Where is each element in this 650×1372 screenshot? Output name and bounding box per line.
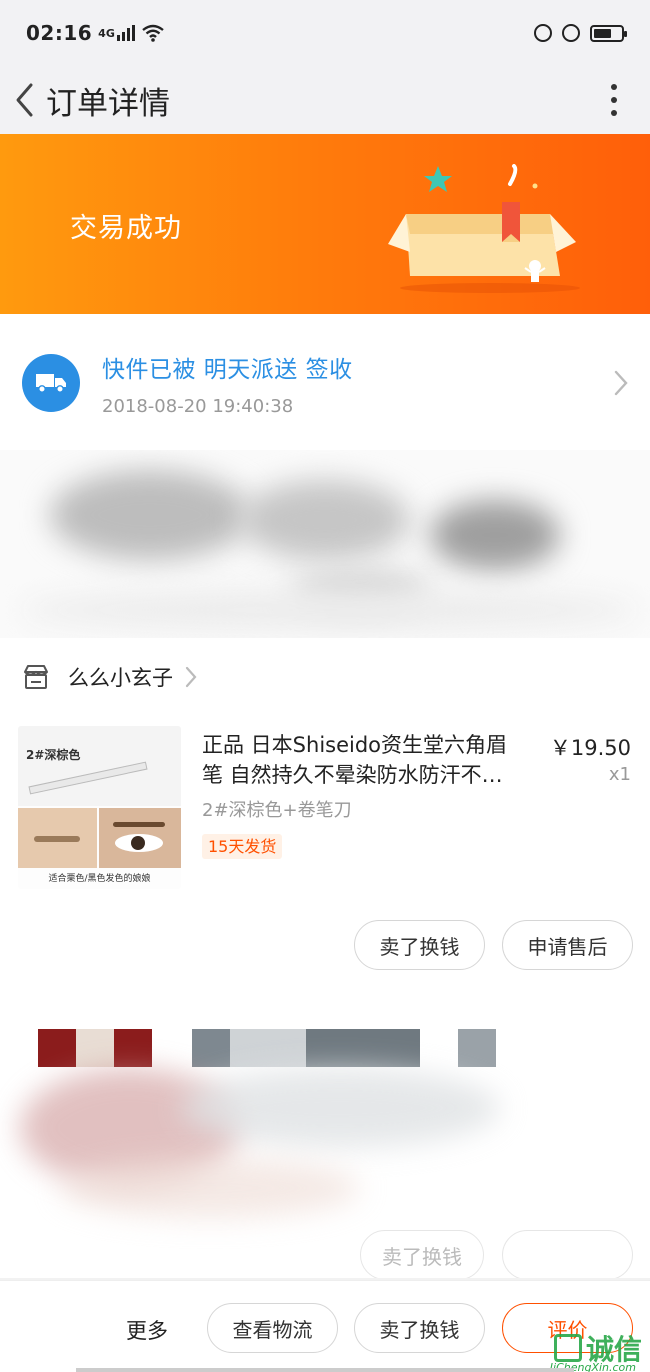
chevron-right-icon [185,666,197,688]
pixel-block [38,1029,76,1067]
product-title-line2: 笔 自然持久不晕染防水防汗不… [202,763,503,787]
dot-icon [611,97,617,103]
smudge [180,1068,500,1148]
shop-name: 么么小玄子 [68,666,173,690]
product-image-caption: 适合栗色/黑色发色的娘娘 [48,874,151,884]
logistics-row[interactable]: 快件已被 明天派送 签收 2018-08-20 19:40:38 [0,314,650,450]
brow-swatch-graphic [18,808,97,868]
network-label: 4G [98,26,115,40]
product-quantity: x1 [608,764,631,785]
view-logistics-button[interactable]: 查看物流 [207,1303,338,1353]
wifi-icon [142,24,164,42]
status-bar: 02:16 4G [0,0,650,66]
back-button[interactable] [4,80,44,120]
sell-button[interactable]: 卖了换钱 [354,920,485,970]
page-title: 订单详情 [46,85,170,122]
chevron-left-icon [16,83,33,117]
truck-icon [22,354,80,412]
product-title[interactable]: 正品 日本Shiseido资生堂六角眉 笔 自然持久不晕染防水防汗不… [202,730,532,790]
product-image-label: 2#深棕色 [26,748,81,762]
second-item-after-sale-button[interactable] [502,1230,633,1278]
product-price: ￥19.50 [549,736,631,760]
pixel-block [76,1029,114,1067]
more-button[interactable]: 更多 [126,1315,168,1345]
store-icon [24,665,48,689]
alarm-icon [562,24,580,42]
smudge [60,1158,360,1218]
shipping-tag: 15天发货 [202,834,283,859]
dot-icon [611,110,617,116]
package-box-illustration [388,164,580,293]
order-status-text: 交易成功 [70,213,182,244]
clock: 02:16 [26,21,93,45]
product-sku: 2#深棕色+卷笔刀 [202,800,352,821]
pixel-block [192,1029,230,1067]
second-item-sell-button[interactable]: 卖了换钱 [360,1230,484,1278]
signal-icon [116,25,135,41]
shop-row[interactable]: 么么小玄子 [0,638,650,716]
order-status-banner: 交易成功 [0,134,650,314]
pixel-block [114,1029,152,1067]
nav-bar: 订单详情 [0,66,650,134]
logistics-time: 2018-08-20 19:40:38 [102,396,294,417]
bottom-action-bar: 更多 查看物流 卖了换钱 评价 诚信 JiChengXin.com [0,1280,650,1372]
product-image-top [18,726,181,806]
eye-graphic [99,808,181,868]
address-block-redacted [0,450,650,638]
product-title-line1: 正品 日本Shiseido资生堂六角眉 [202,733,508,757]
logistics-status: 快件已被 明天派送 签收 [102,357,353,383]
watermark-logo [553,1334,582,1362]
product-image[interactable]: 2#深棕色 适合栗色/黑色发色的娘娘 [18,726,181,889]
more-options-button[interactable] [604,80,624,120]
lock-rotation-icon [534,24,552,42]
after-sale-button[interactable]: 申请售后 [502,920,633,970]
battery-icon [590,24,627,42]
dot-icon [611,84,617,90]
pixel-block [458,1029,496,1067]
pixel-block [306,1029,420,1067]
order-card: 么么小玄子 2#深棕色 适合栗色/黑色发色的娘娘 正品 日本Shiseido资生… [0,638,650,1278]
pixel-block [230,1029,306,1067]
second-item-redacted: 卖了换钱 [0,1008,650,1278]
chevron-right-icon [614,370,628,396]
home-indicator [76,1368,574,1372]
bottom-sell-button[interactable]: 卖了换钱 [354,1303,485,1353]
